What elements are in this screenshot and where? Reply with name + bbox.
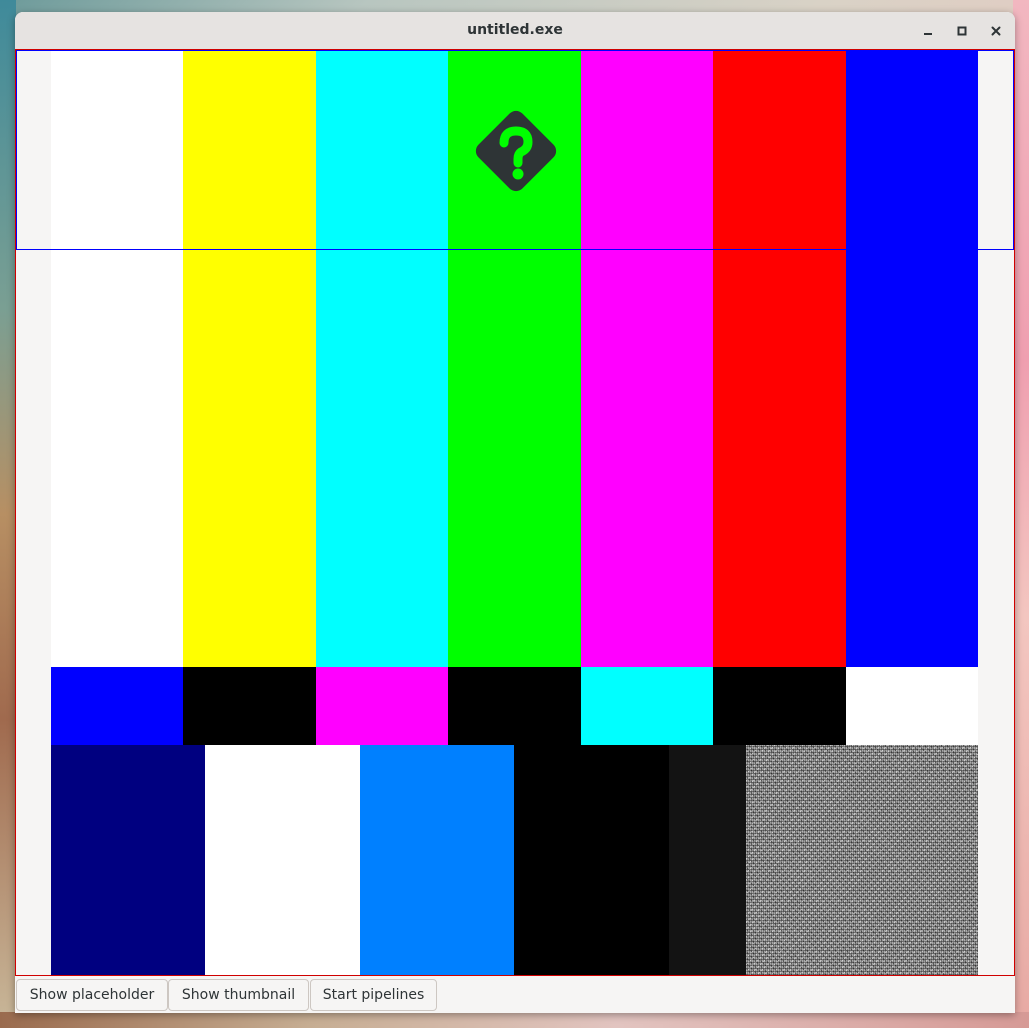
maximize-icon — [956, 25, 968, 37]
window-title: untitled.exe — [467, 22, 563, 38]
pluge-azure — [360, 745, 514, 975]
castellation-black — [448, 667, 581, 745]
start-pipelines-button[interactable]: Start pipelines — [310, 979, 437, 1011]
minimize-icon — [922, 25, 934, 37]
minimize-button[interactable] — [917, 20, 939, 42]
show-placeholder-button[interactable]: Show placeholder — [16, 979, 168, 1011]
pluge-white — [205, 745, 360, 975]
maximize-button[interactable] — [951, 20, 973, 42]
show-thumbnail-button[interactable]: Show thumbnail — [168, 979, 309, 1011]
placeholder-overlay — [16, 50, 1014, 250]
button-bar: Show placeholder Show thumbnail Start pi… — [15, 976, 1015, 1013]
castellation-blue — [51, 667, 183, 745]
castellation-magenta — [316, 667, 448, 745]
castellation-black — [183, 667, 316, 745]
castellation-white — [846, 667, 978, 745]
pluge-navy — [51, 745, 205, 975]
desktop-wallpaper-left — [0, 0, 16, 1028]
help-diamond-icon — [466, 101, 566, 201]
castellation-cyan — [581, 667, 713, 745]
pluge-black — [514, 745, 669, 975]
close-button[interactable] — [985, 20, 1007, 42]
video-frame — [15, 49, 1015, 976]
desktop-wallpaper-bottom — [0, 1012, 1029, 1028]
close-icon — [990, 25, 1002, 37]
desktop-wallpaper-right — [1013, 0, 1029, 1028]
app-window: untitled.exe Show placeholder Show thumb… — [15, 12, 1015, 1013]
static-noise — [746, 745, 978, 975]
pluge-dark-gray — [669, 745, 746, 975]
castellation-black — [713, 667, 846, 745]
title-bar[interactable]: untitled.exe — [15, 12, 1015, 50]
